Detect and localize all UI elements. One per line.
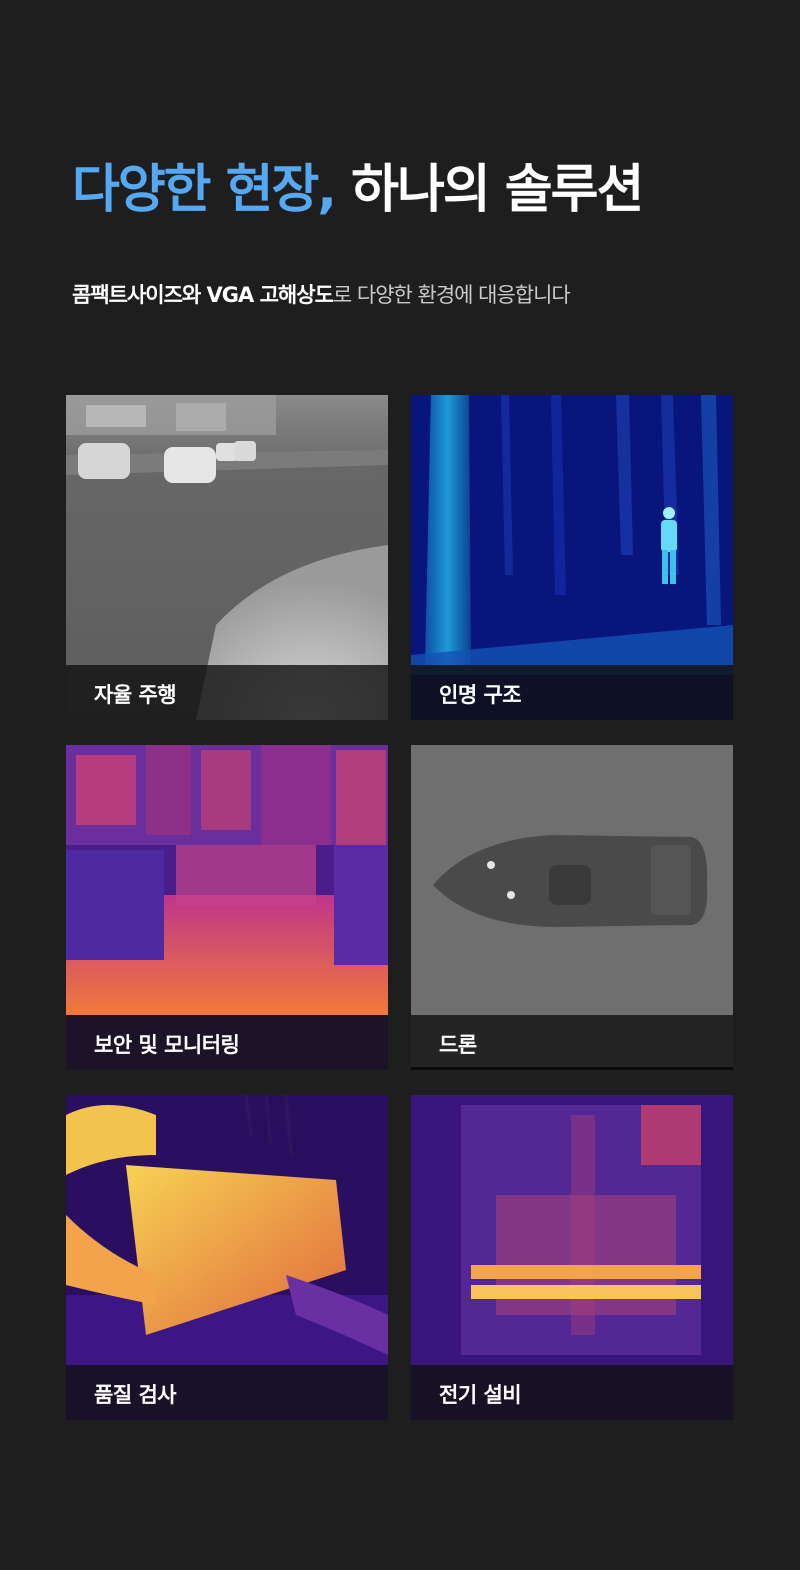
card-caption: 품질 검사 bbox=[66, 1365, 388, 1420]
use-case-grid: 자율 주행 인명 구조 보안 및 모니터링 드론 품질 검사 전기 설비 bbox=[66, 395, 733, 1420]
page-title-rest: 하나의 솔루션 bbox=[335, 160, 644, 220]
card-label: 드론 bbox=[439, 1033, 477, 1057]
page-subtitle: 콤팩트사이즈와 VGA 고해상도로 다양한 환경에 대응합니다 bbox=[72, 280, 571, 310]
use-case-card-autonomous-driving: 자율 주행 bbox=[66, 395, 388, 720]
page-subtitle-rest: 로 다양한 환경에 대응합니다 bbox=[332, 283, 571, 307]
use-case-card-drone: 드론 bbox=[411, 745, 733, 1070]
card-label: 자율 주행 bbox=[94, 683, 177, 707]
card-caption: 전기 설비 bbox=[411, 1365, 733, 1420]
card-label: 보안 및 모니터링 bbox=[94, 1033, 240, 1057]
card-caption: 드론 bbox=[411, 1015, 733, 1070]
page-title: 다양한 현장, 하나의 솔루션 bbox=[72, 152, 644, 228]
use-case-card-quality-inspection: 품질 검사 bbox=[66, 1095, 388, 1420]
page-subtitle-strong: 콤팩트사이즈와 VGA 고해상도 bbox=[72, 283, 334, 307]
use-case-card-electrical-equipment: 전기 설비 bbox=[411, 1095, 733, 1420]
page-title-accent: 다양한 현장, bbox=[72, 160, 337, 220]
use-case-card-security-monitoring: 보안 및 모니터링 bbox=[66, 745, 388, 1070]
card-caption: 자율 주행 bbox=[66, 665, 388, 720]
use-case-card-search-rescue: 인명 구조 bbox=[411, 395, 733, 720]
card-label: 전기 설비 bbox=[439, 1383, 522, 1407]
card-label: 품질 검사 bbox=[94, 1383, 177, 1407]
card-caption: 인명 구조 bbox=[411, 665, 733, 720]
card-label: 인명 구조 bbox=[439, 683, 522, 707]
card-caption: 보안 및 모니터링 bbox=[66, 1015, 388, 1070]
